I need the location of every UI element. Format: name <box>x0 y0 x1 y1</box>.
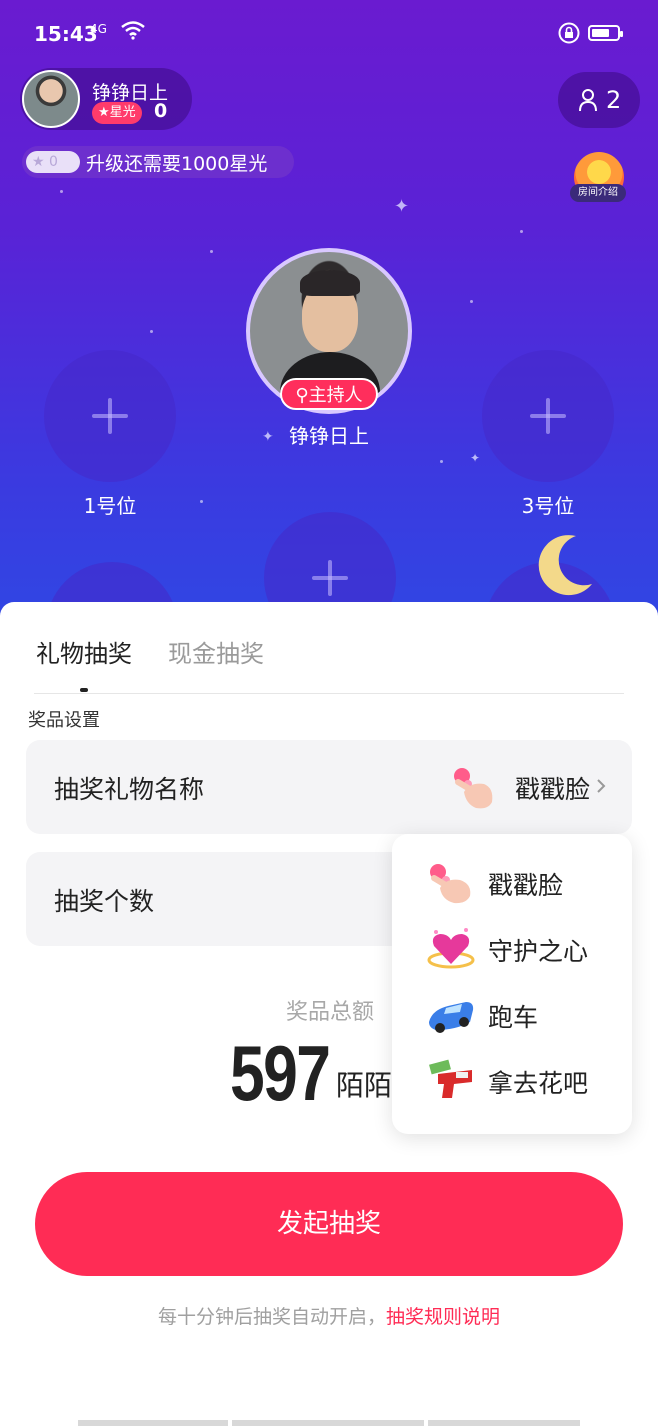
star-decoration <box>520 230 523 233</box>
plus-icon <box>530 398 566 434</box>
online-count: 2 <box>606 86 622 114</box>
wifi-icon <box>121 21 145 40</box>
money-gun-icon <box>429 1059 472 1098</box>
seat-1-label: 1号位 <box>83 494 137 518</box>
star-decoration <box>440 460 443 463</box>
rules-text: 每十分钟后抽奖自动开启， <box>157 1306 386 1328</box>
sparkle-decoration: ✦ <box>394 196 410 217</box>
battery-icon <box>588 25 623 41</box>
search-icon: ⚲ <box>295 385 309 406</box>
star-decoration <box>210 250 213 253</box>
star-light-count: 0 <box>154 100 168 122</box>
gift-name-row[interactable]: 抽奖礼物名称 戳戳脸 <box>26 740 632 834</box>
status-bar: 15:43 4G <box>0 0 658 66</box>
prize-total-value: 597 <box>230 1029 331 1117</box>
gift-option[interactable]: 拿去花吧 <box>392 1050 632 1112</box>
gift-dropdown-menu: 戳戳脸 守护之心 跑车 拿去花吧 <box>392 834 632 1134</box>
host-tag: ⚲主持人 <box>280 378 378 410</box>
seat-3[interactable] <box>482 350 614 482</box>
gift-option[interactable]: 戳戳脸 <box>392 852 632 914</box>
lottery-tabs: 礼物抽奖 现金抽奖 <box>34 634 624 694</box>
home-indicator <box>428 1420 580 1426</box>
upgrade-hint: 升级还需要1000星光 <box>86 153 268 175</box>
lottery-count-label: 抽奖个数 <box>54 887 155 916</box>
star-decoration <box>60 190 63 193</box>
start-lottery-button[interactable]: 发起抽奖 <box>35 1172 623 1276</box>
host-tag-label: 主持人 <box>308 385 363 406</box>
seat-1[interactable] <box>44 350 176 482</box>
tab-indicator <box>80 688 88 692</box>
gift-name-value: 戳戳脸 <box>514 775 590 804</box>
heart-gem-icon <box>427 928 475 969</box>
room-intro-button[interactable]: 房间介绍 <box>570 152 626 204</box>
gift-option-label: 守护之心 <box>488 937 589 966</box>
gift-name-label: 抽奖礼物名称 <box>54 775 205 804</box>
gift-option[interactable]: 守护之心 <box>392 918 632 980</box>
star-decoration <box>150 330 153 333</box>
level-badge: ★ 0 <box>26 151 80 173</box>
home-indicator <box>78 1420 228 1426</box>
poke-face-icon <box>430 864 471 904</box>
seat-3-label: 3号位 <box>521 494 575 518</box>
person-icon <box>579 89 597 112</box>
plus-icon <box>312 560 348 596</box>
star-decoration <box>470 300 473 303</box>
gift-option-label: 跑车 <box>488 1003 539 1032</box>
gift-option[interactable]: 跑车 <box>392 984 632 1046</box>
online-users-button[interactable]: 2 <box>558 72 640 128</box>
rules-hint: 每十分钟后抽奖自动开启，抽奖规则说明 <box>0 1302 658 1329</box>
level-progress-chip[interactable]: ★ 0 升级还需要1000星光 <box>22 146 294 178</box>
sparkle-decoration: ✦ <box>470 451 481 465</box>
home-indicator <box>232 1420 424 1426</box>
status-time: 15:43 <box>34 22 98 46</box>
prize-settings-title: 奖品设置 <box>28 710 100 731</box>
network-indicator: 4G <box>90 22 107 36</box>
lock-icon <box>558 22 580 44</box>
gift-option-label: 戳戳脸 <box>488 871 564 900</box>
gift-option-label: 拿去花吧 <box>488 1069 589 1098</box>
room-intro-label: 房间介绍 <box>570 184 626 202</box>
rules-link[interactable]: 抽奖规则说明 <box>386 1306 500 1328</box>
poke-face-icon <box>454 768 493 809</box>
moon-icon <box>538 535 592 596</box>
sports-car-icon <box>429 1002 474 1033</box>
host-avatar <box>22 70 80 128</box>
tab-cash-lottery[interactable]: 现金抽奖 <box>168 634 264 669</box>
prize-total-unit: 陌陌 <box>336 1069 393 1102</box>
host-seat-name: 铮铮日上 <box>289 424 369 448</box>
voice-room-background: ✦ ✦ ✦ 15:43 4G 铮铮日上 ★星光 0 2 ★ 0 升级还需要100… <box>0 0 658 640</box>
star-light-badge: ★星光 <box>92 102 142 124</box>
tab-gift-lottery[interactable]: 礼物抽奖 <box>36 634 132 669</box>
star-decoration <box>200 500 203 503</box>
chevron-right-icon <box>597 779 606 793</box>
plus-icon <box>92 398 128 434</box>
